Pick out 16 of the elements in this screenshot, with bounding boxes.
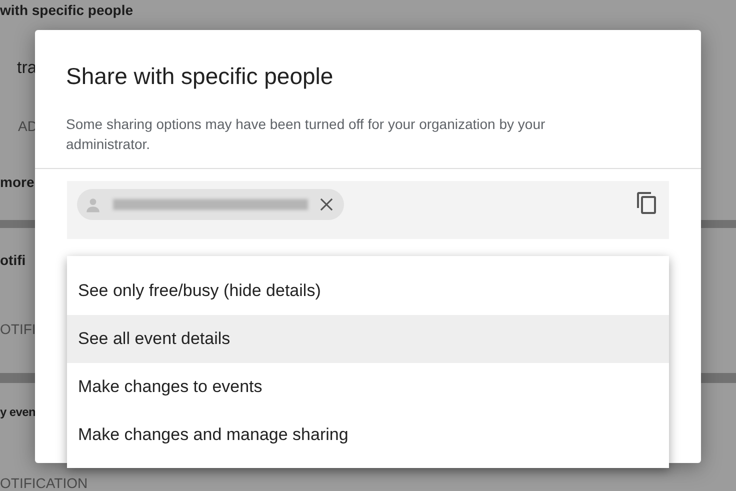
field-label: OTIFICATION: [0, 475, 88, 491]
person-icon: [85, 196, 101, 212]
section-heading: otifi: [0, 252, 26, 268]
dialog-note: Some sharing options may have been turned off for your organization by your administrator.: [66, 115, 546, 154]
field-label: OTIFI: [0, 321, 36, 337]
menu-item[interactable]: Make changes and manage sharing: [67, 411, 669, 459]
copy-icon[interactable]: [635, 191, 659, 215]
people-field[interactable]: [67, 181, 669, 239]
menu-item[interactable]: Make changes to events: [67, 363, 669, 411]
close-icon[interactable]: [320, 198, 333, 211]
dialog-title: Share with specific people: [66, 63, 334, 90]
section-heading: y even: [0, 405, 36, 419]
section-heading: with specific people: [0, 2, 134, 18]
menu-item[interactable]: See only free/busy (hide details): [67, 267, 669, 315]
menu-item[interactable]: See all event details: [67, 315, 669, 363]
section-heading: more: [0, 174, 34, 190]
